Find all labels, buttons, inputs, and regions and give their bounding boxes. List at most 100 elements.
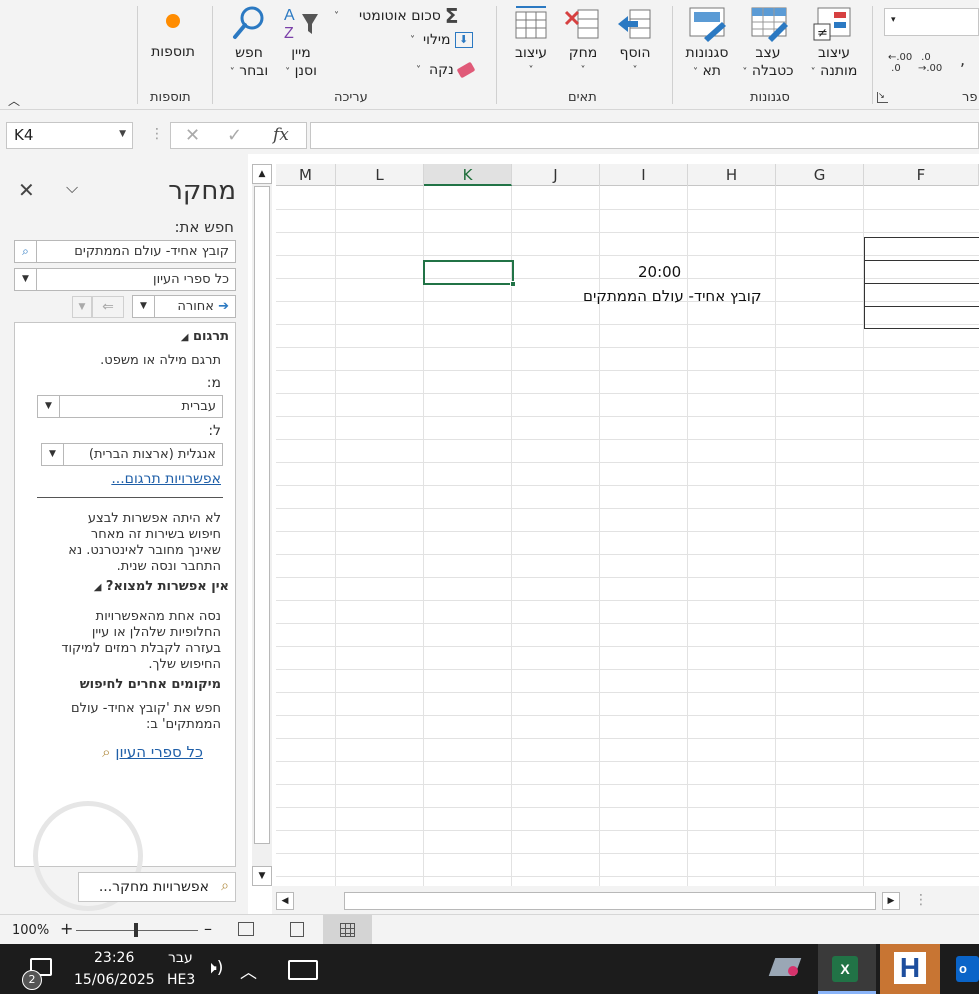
clear-button[interactable]: ˅ נקה [416, 61, 476, 79]
not-found-heading[interactable]: אין אפשרות למצוא? ◢ [94, 579, 229, 594]
scroll-down-icon[interactable]: ▼ [252, 866, 272, 886]
worksheet-grid[interactable]: MLKJIHGF 20:00 קובץ אחיד- עולם הממתקים [276, 164, 979, 886]
input-language-code[interactable]: HE3 [167, 972, 195, 988]
collapse-triangle-icon: ◢ [93, 582, 102, 593]
zoom-level[interactable]: 100% [12, 923, 49, 938]
offline-message: לא היתה אפשרות לבצע חיפוש בשירות זה מאחר… [68, 511, 221, 574]
volume-icon[interactable]: 🕨) [206, 958, 223, 978]
conditional-formatting-button[interactable]: עיצוב ˅ מותנה [802, 44, 866, 82]
enter-icon[interactable]: ✓ [227, 125, 242, 146]
research-options-button[interactable]: ⌕ אפשרויות מחקר... [78, 872, 236, 902]
forward-dropdown[interactable]: ▼ [72, 296, 92, 318]
chevron-down-icon[interactable]: ▼ [133, 296, 155, 317]
scroll-left-icon[interactable]: ◀ [276, 892, 294, 910]
number-group-label: פר [962, 90, 978, 105]
sort-filter-button[interactable]: מיין ˅ וסנן [276, 44, 326, 82]
scroll-up-icon[interactable]: ▲ [252, 164, 272, 184]
clock-date[interactable]: 15/06/2025 [74, 972, 155, 988]
formula-input[interactable] [310, 122, 979, 149]
cell-time[interactable]: 20:00 [638, 263, 681, 281]
row-gridline [276, 692, 979, 693]
cell-title[interactable]: קובץ אחיד- עולם הממתקים [583, 287, 762, 305]
from-language-select[interactable]: עברית ▼ [37, 395, 223, 418]
column-header-K[interactable]: K [424, 164, 512, 186]
fill-handle[interactable] [510, 281, 516, 287]
comma-style-icon[interactable]: , [960, 50, 965, 69]
app-icon-h[interactable]: H [880, 944, 940, 994]
name-box[interactable]: K4 ▼ [6, 122, 133, 149]
show-hidden-icons-chevron-up-icon[interactable]: ︿ [240, 958, 257, 983]
zoom-slider-thumb[interactable] [134, 923, 138, 937]
to-language-select[interactable]: אנגלית (ארצות הברית) ▼ [41, 443, 223, 466]
column-header-I[interactable]: I [600, 164, 688, 186]
delete-button[interactable]: מחק ˅ [560, 44, 606, 80]
dialog-launcher-icon[interactable]: ↘ [877, 92, 888, 103]
number-format-dropdown[interactable]: ▾ [884, 8, 979, 36]
all-reference-books-link[interactable]: כל ספרי העיון ⌕ [102, 743, 203, 761]
search-for-label: חפש את: [174, 218, 234, 236]
translation-options-link[interactable]: אפשרויות תרגום... [111, 471, 221, 487]
format-as-table-button[interactable]: עצב ˅ כטבלה [736, 44, 800, 82]
page-break-view-icon[interactable] [238, 922, 254, 936]
zoom-in-button[interactable]: + [60, 919, 73, 938]
column-header-L[interactable]: L [336, 164, 424, 186]
chevron-down-icon[interactable]: ▼ [38, 396, 60, 417]
cell-styles-button[interactable]: סגנונות ˅ תא [680, 44, 734, 82]
svg-text:Z: Z [284, 25, 294, 42]
insert-function-icon[interactable]: fx [273, 125, 289, 145]
taskbar: 2 23:26 15/06/2025 עבר HE3 🕨) ︿ X H o [0, 944, 979, 994]
insert-button[interactable]: הוסף ˅ [612, 44, 658, 80]
page-layout-view-icon[interactable] [290, 922, 304, 937]
column-header-M[interactable]: M [276, 164, 336, 186]
close-icon[interactable]: ✕ [18, 178, 35, 202]
chevron-down-icon[interactable]: ▼ [15, 269, 37, 290]
app-icon-outlook[interactable]: o [950, 944, 979, 994]
pane-title: מחקר [168, 176, 236, 206]
cancel-icon[interactable]: ✕ [185, 125, 200, 146]
clock-time[interactable]: 23:26 [94, 950, 134, 966]
search-icon[interactable]: ⌕ [15, 241, 37, 262]
translate-description: תרגם מילה או משפט. [100, 353, 221, 368]
addins-button[interactable]: תוספות [146, 44, 200, 60]
find-select-button[interactable]: חפש ˅ ובחר [222, 44, 276, 82]
translate-heading[interactable]: תרגום ◢ [181, 329, 229, 344]
svg-text:A: A [284, 7, 295, 24]
sort-filter-icon: A Z [284, 7, 318, 42]
column-header-F[interactable]: F [864, 164, 979, 186]
column-header-H[interactable]: H [688, 164, 776, 186]
divider [37, 497, 223, 498]
cell-styles-icon [689, 7, 726, 42]
scroll-thumb[interactable] [254, 186, 270, 844]
normal-view-icon[interactable] [323, 915, 372, 945]
forward-button[interactable]: ⇐ [92, 296, 124, 318]
fill-button[interactable]: ˅ מילוי ⬇ [410, 32, 473, 48]
decrease-decimal-icon[interactable]: .0 →.00 [918, 52, 942, 74]
selected-cell-K4[interactable] [423, 260, 516, 287]
horizontal-scroll-thumb[interactable] [344, 892, 876, 910]
input-language[interactable]: עבר [168, 950, 193, 966]
row-gridline [276, 876, 979, 877]
collapse-ribbon-icon[interactable]: ︿ [8, 92, 20, 109]
app-icon-snipping[interactable] [764, 944, 812, 994]
column-header-G[interactable]: G [776, 164, 864, 186]
formula-buttons: ✕ ✓ fx [170, 122, 307, 149]
autosum-button[interactable]: ˅ סכום אוטומטי Σ [334, 4, 459, 28]
format-button[interactable]: עיצוב ˅ [508, 44, 554, 80]
format-as-table-icon [751, 7, 788, 42]
app-icon-excel[interactable]: X [818, 944, 876, 994]
news-widget-icon[interactable] [288, 960, 318, 980]
chevron-down-icon[interactable]: ▼ [119, 129, 126, 139]
zoom-out-button[interactable]: – [204, 919, 212, 938]
vertical-scrollbar[interactable]: ▲ ▼ [252, 164, 272, 886]
chevron-down-icon[interactable]: ▼ [42, 444, 64, 465]
split-grip-icon[interactable]: ⋮ [914, 892, 928, 908]
search-input[interactable]: קובץ אחיד- עולם הממתקים ⌕ [14, 240, 236, 263]
chevron-down-icon[interactable]: ⌵ [66, 178, 78, 198]
increase-decimal-icon[interactable]: ←.00 .0 [888, 52, 912, 74]
source-select[interactable]: כל ספרי העיון ▼ [14, 268, 236, 291]
row-gridline [276, 807, 979, 808]
back-button[interactable]: ➔ אחורה ▼ [132, 295, 236, 318]
column-header-J[interactable]: J [512, 164, 600, 186]
other-places-message: חפש את 'קובץ אחיד- עולם הממתקים' ב: [70, 701, 221, 732]
scroll-right-icon[interactable]: ▶ [882, 892, 900, 910]
